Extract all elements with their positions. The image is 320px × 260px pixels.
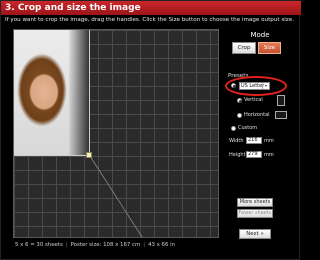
- highlight-annotation: [225, 76, 287, 96]
- height-input[interactable]: 279: [246, 151, 262, 158]
- vertical-radio[interactable]: [237, 98, 242, 103]
- poster-size-in: 43 x 66 in: [148, 242, 176, 248]
- poster-size-cm: Poster size: 108 x 167 cm: [70, 242, 141, 248]
- horizontal-page-icon: [275, 111, 287, 119]
- size-button[interactable]: Size: [258, 42, 281, 54]
- vertical-page-icon: [277, 95, 285, 106]
- vertical-label: Vertical: [244, 97, 263, 103]
- step-title: 3. Crop and size the image: [1, 1, 301, 15]
- height-unit: mm: [264, 152, 274, 158]
- photo-shadow: [69, 30, 89, 155]
- width-input[interactable]: 216: [246, 137, 262, 144]
- poster-canvas[interactable]: [13, 29, 219, 238]
- horizontal-label: Horizontal: [244, 112, 270, 118]
- mode-label: Mode: [250, 31, 270, 39]
- horizontal-radio[interactable]: [237, 113, 242, 118]
- width-label: Width: [229, 138, 244, 144]
- settings-panel: Mode Crop Size Presets US Letter ▾ Verti…: [225, 29, 295, 243]
- next-button[interactable]: Next »: [239, 229, 271, 239]
- custom-radio[interactable]: [231, 126, 236, 131]
- instructions-text: If you want to crop the image, drag the …: [5, 17, 294, 23]
- cropped-image[interactable]: [14, 30, 90, 156]
- custom-label: Custom: [238, 125, 258, 131]
- width-unit: mm: [264, 138, 274, 144]
- fewer-sheets-button[interactable]: Fewer sheets: [237, 209, 273, 218]
- crop-button[interactable]: Crop: [232, 42, 256, 54]
- sheet-count: 5 x 6 = 30 sheets: [15, 242, 63, 248]
- crop-size-panel: 3. Crop and size the image If you want t…: [0, 0, 301, 260]
- crop-resize-handle[interactable]: [86, 152, 92, 158]
- height-label: Height: [229, 152, 246, 158]
- poster-info: 5 x 6 = 30 sheets | Poster size: 108 x 167…: [15, 242, 176, 248]
- more-sheets-button[interactable]: More sheets: [237, 198, 273, 207]
